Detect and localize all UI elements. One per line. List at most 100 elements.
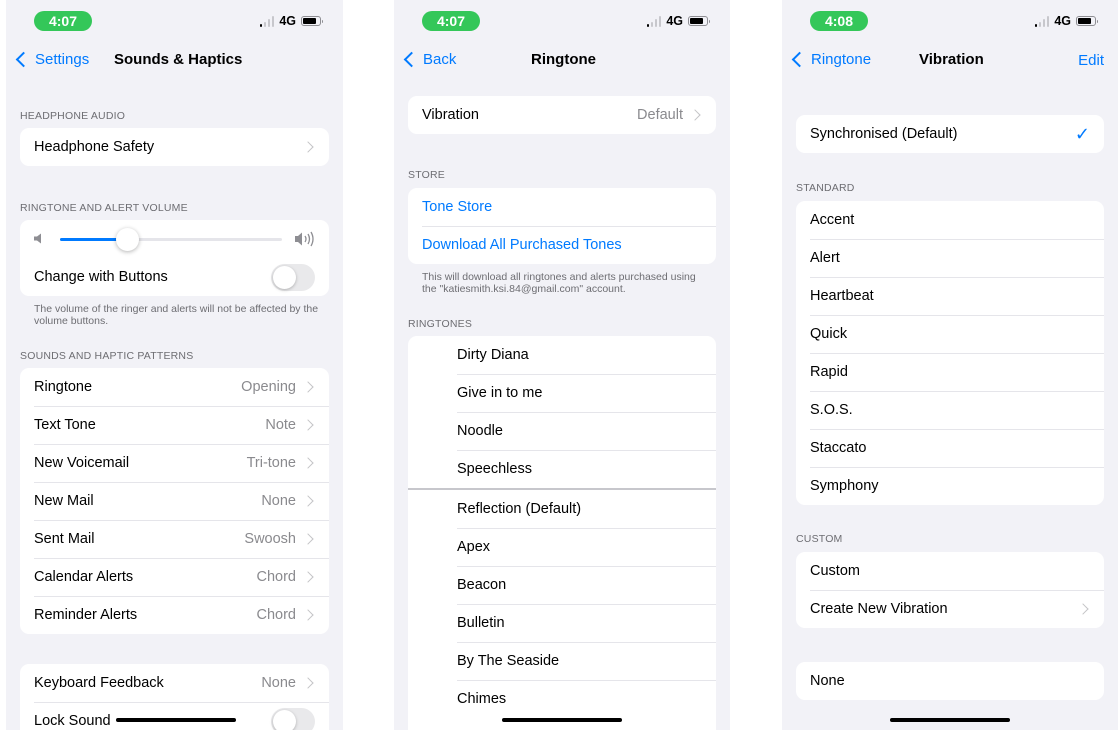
none-vibration-row[interactable]: None	[796, 662, 1104, 700]
vibration-item[interactable]: Alert	[796, 239, 1104, 277]
vibration-item[interactable]: S.O.S.	[796, 391, 1104, 429]
back-button[interactable]: Settings	[14, 51, 89, 68]
page-title: Vibration	[919, 51, 984, 68]
status-bar: 4:07 4G	[6, 0, 343, 40]
pattern-row-calendar-alerts[interactable]: Calendar Alerts Chord	[20, 558, 329, 596]
back-button[interactable]: Ringtone	[790, 51, 871, 68]
chevron-left-icon	[15, 51, 32, 68]
synchronised-group: Synchronised (Default) ✓	[796, 115, 1104, 153]
vibration-item[interactable]: Quick	[796, 315, 1104, 353]
row-label: Headphone Safety	[34, 139, 155, 155]
tone-store-row[interactable]: Tone Store	[408, 188, 716, 226]
edit-button[interactable]: Edit	[1078, 52, 1104, 69]
signal-icon	[646, 15, 662, 27]
status-time[interactable]: 4:07	[422, 11, 480, 31]
chevron-right-icon	[302, 381, 314, 393]
section-header-patterns: SOUNDS AND HAPTIC PATTERNS	[20, 350, 194, 362]
ringtone-item[interactable]: Apex	[408, 528, 716, 566]
change-with-buttons-toggle[interactable]	[271, 263, 315, 291]
section-header-standard: STANDARD	[796, 182, 855, 194]
tone-store-link: Tone Store	[422, 199, 493, 215]
speaker-high-icon	[295, 231, 314, 247]
volume-slider-row	[20, 220, 329, 258]
section-header-custom: CUSTOM	[796, 533, 843, 545]
back-button[interactable]: Back	[402, 51, 456, 68]
home-indicator[interactable]	[502, 718, 622, 722]
volume-slider-thumb[interactable]	[115, 228, 139, 251]
network-type: 4G	[666, 14, 683, 28]
row-label: Change with Buttons	[34, 269, 168, 285]
lock-sound-row: Lock Sound	[20, 702, 329, 730]
headphone-group: Headphone Safety	[20, 128, 329, 166]
sounds-haptics-screen: 4:07 4G Settings Sounds & Haptics HEADPH…	[6, 0, 343, 730]
chevron-right-icon	[302, 609, 314, 621]
chevron-right-icon	[302, 495, 314, 507]
chevron-left-icon	[791, 51, 808, 68]
pattern-row-reminder-alerts[interactable]: Reminder Alerts Chord	[20, 596, 329, 634]
home-indicator[interactable]	[116, 718, 236, 722]
lock-sound-toggle[interactable]	[271, 707, 315, 730]
vibration-item[interactable]: Heartbeat	[796, 277, 1104, 315]
pattern-row-ringtone[interactable]: Ringtone Opening	[20, 368, 329, 406]
store-footnote: This will download all ringtones and ale…	[422, 271, 696, 295]
custom-group: Custom Create New Vibration	[796, 552, 1104, 628]
custom-vibration-row[interactable]: Custom	[796, 552, 1104, 590]
checkmark-icon: ✓	[1074, 123, 1090, 144]
vibration-screen: 4:08 4G Ringtone Vibration Edit Synchron…	[782, 0, 1118, 730]
pattern-row-text-tone[interactable]: Text Tone Note	[20, 406, 329, 444]
store-group: Tone Store Download All Purchased Tones	[408, 188, 716, 264]
page-title: Ringtone	[531, 51, 596, 68]
chevron-right-icon	[302, 571, 314, 583]
back-label: Settings	[35, 51, 90, 68]
pattern-row-sent-mail[interactable]: Sent Mail Swoosh	[20, 520, 329, 558]
patterns-group: Ringtone Opening Text Tone Note New Voic…	[20, 368, 329, 634]
chevron-right-icon	[302, 141, 314, 153]
ringtone-item[interactable]: Noodle	[408, 412, 716, 450]
signal-icon	[259, 15, 275, 27]
ringtone-item[interactable]: Bulletin	[408, 604, 716, 642]
vibration-item[interactable]: Staccato	[796, 429, 1104, 467]
ringtone-item[interactable]: By The Seaside	[408, 642, 716, 680]
network-type: 4G	[1054, 14, 1071, 28]
speaker-low-icon	[34, 233, 41, 244]
status-bar: 4:08 4G	[782, 0, 1118, 40]
ringtones-group: Dirty Diana Give in to me Noodle Speechl…	[408, 336, 716, 730]
ringtone-item[interactable]: Chimes	[408, 680, 716, 718]
chevron-right-icon	[689, 109, 701, 121]
pattern-row-new-mail[interactable]: New Mail None	[20, 482, 329, 520]
vibration-row[interactable]: Vibration Default	[408, 96, 716, 134]
battery-icon	[688, 16, 710, 26]
chevron-right-icon	[302, 457, 314, 469]
vibration-group: Vibration Default	[408, 96, 716, 134]
keyboard-feedback-row[interactable]: Keyboard Feedback None	[20, 664, 329, 702]
headphone-safety-row[interactable]: Headphone Safety	[20, 128, 329, 166]
synchronised-row[interactable]: Synchronised (Default) ✓	[796, 115, 1104, 153]
ringtone-item[interactable]: Dirty Diana	[408, 336, 716, 374]
page-title: Sounds & Haptics	[114, 51, 243, 68]
create-new-vibration-row[interactable]: Create New Vibration	[796, 590, 1104, 628]
vibration-item[interactable]: Accent	[796, 201, 1104, 239]
home-indicator[interactable]	[890, 718, 1010, 722]
vibration-item[interactable]: Rapid	[796, 353, 1104, 391]
ringtone-item[interactable]: Beacon	[408, 566, 716, 604]
download-all-row[interactable]: Download All Purchased Tones	[408, 226, 716, 264]
volume-group: Change with Buttons	[20, 220, 329, 296]
network-type: 4G	[279, 14, 296, 28]
ringtone-item[interactable]: Reflection (Default)	[408, 490, 716, 528]
battery-icon	[1076, 16, 1098, 26]
nav-bar: Settings Sounds & Haptics	[6, 44, 343, 78]
chevron-left-icon	[403, 51, 420, 68]
ringtone-item[interactable]: Give in to me	[408, 374, 716, 412]
status-bar: 4:07 4G	[394, 0, 730, 40]
section-header-ringtones: RINGTONES	[408, 318, 473, 330]
section-header-store: STORE	[408, 169, 445, 181]
vibration-item[interactable]: Symphony	[796, 467, 1104, 505]
status-time[interactable]: 4:08	[810, 11, 868, 31]
ringtone-item[interactable]: Speechless	[408, 450, 716, 488]
pattern-row-new-voicemail[interactable]: New Voicemail Tri-tone	[20, 444, 329, 482]
volume-slider[interactable]	[60, 228, 282, 251]
section-header-headphone: HEADPHONE AUDIO	[20, 110, 126, 122]
nav-bar: Back Ringtone	[394, 44, 730, 78]
volume-footnote: The volume of the ringer and alerts will…	[34, 303, 319, 327]
status-time[interactable]: 4:07	[34, 11, 92, 31]
